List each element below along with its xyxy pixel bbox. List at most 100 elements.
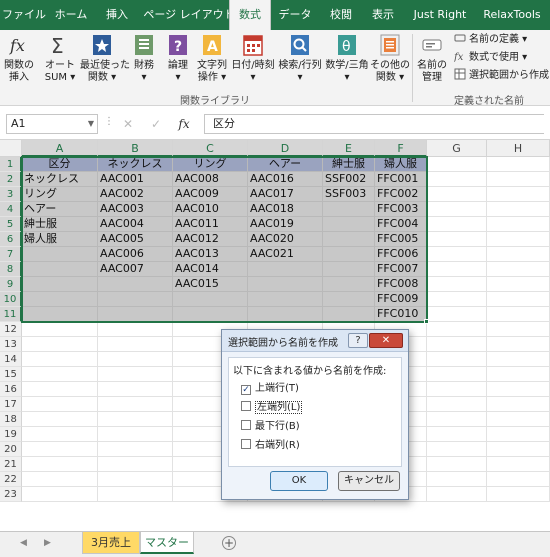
cell-h11[interactable] <box>487 307 550 322</box>
tab-file[interactable]: ファイル <box>2 0 46 30</box>
cell-a10[interactable] <box>22 292 98 307</box>
insert-function-button[interactable]: fx 関数の 挿入 <box>2 32 36 92</box>
cell-a3[interactable]: リング <box>22 187 98 202</box>
scroll-left-icon[interactable]: ◀ <box>20 538 27 548</box>
cell-g22[interactable] <box>427 472 487 487</box>
cell-a6[interactable]: 婦人服 <box>22 232 98 247</box>
cell-e9[interactable] <box>323 277 375 292</box>
cell-c5[interactable]: AAC011 <box>173 217 248 232</box>
cell-e6[interactable] <box>323 232 375 247</box>
cell-a7[interactable] <box>22 247 98 262</box>
cell-b21[interactable] <box>98 457 173 472</box>
cell-b16[interactable] <box>98 382 173 397</box>
tab-formulas[interactable]: 数式 <box>229 0 271 31</box>
cell-h19[interactable] <box>487 427 550 442</box>
cancel-icon[interactable]: ✕ <box>116 114 140 134</box>
cell-b3[interactable]: AAC002 <box>98 187 173 202</box>
cell-h13[interactable] <box>487 337 550 352</box>
cell-h18[interactable] <box>487 412 550 427</box>
cell-b19[interactable] <box>98 427 173 442</box>
cell-b22[interactable] <box>98 472 173 487</box>
bottom-row-option[interactable]: 最下行(B) <box>241 420 300 434</box>
cancel-button[interactable]: キャンセル <box>338 471 400 491</box>
cell-d7[interactable]: AAC021 <box>248 247 323 262</box>
cell-a8[interactable] <box>22 262 98 277</box>
cell-a12[interactable] <box>22 322 98 337</box>
cell-a20[interactable] <box>22 442 98 457</box>
column-header-c[interactable]: C <box>173 140 248 157</box>
cell-f10[interactable]: FFC009 <box>375 292 427 307</box>
cell-e4[interactable] <box>323 202 375 217</box>
cell-b6[interactable]: AAC005 <box>98 232 173 247</box>
cell-b9[interactable] <box>98 277 173 292</box>
cell-c10[interactable] <box>173 292 248 307</box>
row-header-19[interactable]: 19 <box>0 427 22 442</box>
cell-e11[interactable] <box>323 307 375 322</box>
cell-g18[interactable] <box>427 412 487 427</box>
tab-view[interactable]: 表示 <box>364 0 402 30</box>
cell-g20[interactable] <box>427 442 487 457</box>
cell-e10[interactable] <box>323 292 375 307</box>
column-header-b[interactable]: B <box>98 140 173 157</box>
cell-b13[interactable] <box>98 337 173 352</box>
row-header-4[interactable]: 4 <box>0 202 22 217</box>
row-header-1[interactable]: 1 <box>0 157 22 172</box>
row-header-16[interactable]: 16 <box>0 382 22 397</box>
cell-c8[interactable]: AAC014 <box>173 262 248 277</box>
cell-e2[interactable]: SSF002 <box>323 172 375 187</box>
cell-h3[interactable] <box>487 187 550 202</box>
cell-e8[interactable] <box>323 262 375 277</box>
cell-h9[interactable] <box>487 277 550 292</box>
cell-f7[interactable]: FFC006 <box>375 247 427 262</box>
column-header-d[interactable]: D <box>248 140 323 157</box>
cell-b7[interactable]: AAC006 <box>98 247 173 262</box>
cell-g8[interactable] <box>427 262 487 277</box>
cell-b15[interactable] <box>98 367 173 382</box>
tab-review[interactable]: 校閲 <box>322 0 360 30</box>
row-header-15[interactable]: 15 <box>0 367 22 382</box>
cell-h10[interactable] <box>487 292 550 307</box>
cell-g23[interactable] <box>427 487 487 502</box>
insert-function-fx-icon[interactable]: fx <box>172 114 196 134</box>
top-row-option[interactable]: ✓ 上端行(T) <box>241 382 299 396</box>
cell-a23[interactable] <box>22 487 98 502</box>
date-time-button[interactable]: 日付/時刻 ▾ <box>230 32 276 92</box>
cell-h12[interactable] <box>487 322 550 337</box>
cell-g10[interactable] <box>427 292 487 307</box>
chevron-down-icon[interactable]: ▼ <box>88 115 94 133</box>
cell-g2[interactable] <box>427 172 487 187</box>
row-header-20[interactable]: 20 <box>0 442 22 457</box>
cell-c9[interactable]: AAC015 <box>173 277 248 292</box>
cell-g4[interactable] <box>427 202 487 217</box>
cell-d9[interactable] <box>248 277 323 292</box>
cell-h6[interactable] <box>487 232 550 247</box>
cell-d4[interactable]: AAC018 <box>248 202 323 217</box>
row-header-9[interactable]: 9 <box>0 277 22 292</box>
row-header-11[interactable]: 11 <box>0 307 22 322</box>
cell-g19[interactable] <box>427 427 487 442</box>
row-header-6[interactable]: 6 <box>0 232 22 247</box>
cell-g16[interactable] <box>427 382 487 397</box>
define-name-button[interactable]: 名前の定義 ▾ <box>454 32 527 48</box>
enter-icon[interactable]: ✓ <box>144 114 168 134</box>
cell-d10[interactable] <box>248 292 323 307</box>
right-column-checkbox[interactable] <box>241 439 251 449</box>
close-button[interactable]: ✕ <box>369 333 403 348</box>
row-header-7[interactable]: 7 <box>0 247 22 262</box>
use-in-formula-button[interactable]: fx 数式で使用 ▾ <box>454 50 527 66</box>
cell-h4[interactable] <box>487 202 550 217</box>
cell-c3[interactable]: AAC009 <box>173 187 248 202</box>
cell-h14[interactable] <box>487 352 550 367</box>
cell-h16[interactable] <box>487 382 550 397</box>
left-column-checkbox[interactable] <box>241 401 251 411</box>
cell-h20[interactable] <box>487 442 550 457</box>
cell-a2[interactable]: ネックレス <box>22 172 98 187</box>
tab-page-layout[interactable]: ページ レイアウト <box>142 0 236 30</box>
formula-bar-resize-handle[interactable]: ⋮ <box>104 116 115 127</box>
row-header-5[interactable]: 5 <box>0 217 22 232</box>
cell-h22[interactable] <box>487 472 550 487</box>
column-header-h[interactable]: H <box>487 140 550 157</box>
cell-a9[interactable] <box>22 277 98 292</box>
cell-b14[interactable] <box>98 352 173 367</box>
cell-d6[interactable]: AAC020 <box>248 232 323 247</box>
